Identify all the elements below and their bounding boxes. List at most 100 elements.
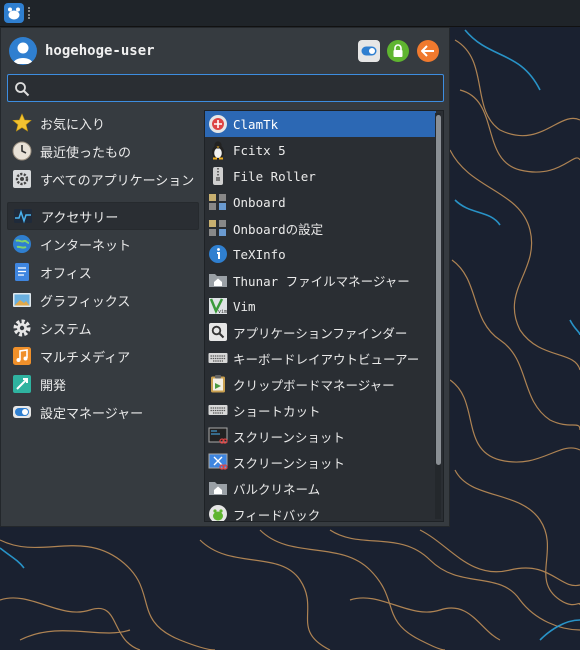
app-label: Thunar ファイルマネージャー bbox=[233, 273, 410, 289]
home-folder-icon bbox=[208, 270, 228, 290]
globe-icon bbox=[12, 234, 32, 254]
category-recent[interactable]: 最近使ったもの bbox=[7, 137, 199, 165]
panel-grip-handle[interactable] bbox=[28, 7, 32, 19]
app-item-keyboard-layout-viewer[interactable]: キーボードレイアウトビューアー bbox=[205, 345, 436, 371]
onboard-settings-icon bbox=[208, 218, 228, 238]
app-label: キーボードレイアウトビューアー bbox=[233, 351, 420, 367]
user-name: hogehoge-user bbox=[45, 43, 155, 59]
app-item-clamtk[interactable]: ClamTk bbox=[205, 111, 436, 137]
category-label: 最近使ったもの bbox=[40, 145, 132, 161]
feedback-icon bbox=[208, 504, 228, 521]
app-item-thunar[interactable]: Thunar ファイルマネージャー bbox=[205, 267, 436, 293]
svg-text:vim: vim bbox=[218, 309, 227, 315]
app-item-app-finder[interactable]: アプリケーションファインダー bbox=[205, 319, 436, 345]
app-list-scrollbar-thumb[interactable] bbox=[436, 115, 441, 465]
app-label: ショートカット bbox=[233, 403, 321, 419]
logout-icon bbox=[421, 45, 434, 57]
user-header: hogehoge-user bbox=[9, 37, 155, 65]
application-menu: hogehoge-user お気に入り 最近使ったもの すべてのアプリケーション… bbox=[0, 27, 450, 527]
app-item-fcitx5[interactable]: Fcitx 5 bbox=[205, 137, 436, 163]
category-label: オフィス bbox=[40, 266, 92, 282]
app-label: クリップボードマネージャー bbox=[233, 377, 395, 393]
settings-toggle-icon bbox=[361, 46, 377, 56]
app-label: Onboardの設定 bbox=[233, 221, 324, 237]
category-development[interactable]: 開発 bbox=[7, 370, 199, 398]
clamtk-icon bbox=[208, 114, 228, 134]
onboard-icon bbox=[208, 192, 228, 212]
app-label: ClamTk bbox=[233, 116, 279, 132]
category-graphics[interactable]: グラフィックス bbox=[7, 286, 199, 314]
category-label: 開発 bbox=[40, 378, 67, 394]
archive-icon bbox=[208, 166, 228, 186]
accessories-icon bbox=[13, 206, 33, 226]
keyboard-icon bbox=[208, 348, 228, 368]
app-item-onboard-settings[interactable]: Onboardの設定 bbox=[205, 215, 436, 241]
app-item-shortcuts[interactable]: ショートカット bbox=[205, 397, 436, 423]
clipboard-icon bbox=[208, 374, 228, 394]
gear-icon bbox=[12, 169, 32, 189]
app-item-feedback[interactable]: フィードバック bbox=[205, 501, 436, 522]
category-favorites[interactable]: お気に入り bbox=[7, 109, 199, 137]
category-accessories[interactable]: アクセサリー bbox=[7, 202, 199, 230]
app-label: File Roller bbox=[233, 168, 316, 184]
vim-icon: vim bbox=[208, 296, 228, 316]
category-office[interactable]: オフィス bbox=[7, 258, 199, 286]
app-label: バルクリネーム bbox=[233, 481, 321, 497]
app-label: スクリーンショット bbox=[233, 429, 345, 445]
category-label: グラフィックス bbox=[40, 294, 131, 310]
bulk-rename-icon bbox=[208, 478, 228, 498]
category-all-applications[interactable]: すべてのアプリケーション bbox=[7, 165, 199, 193]
category-settings-manager[interactable]: 設定マネージャー bbox=[7, 398, 199, 426]
app-label: Vim bbox=[233, 298, 256, 314]
screenshot-alt-icon bbox=[208, 452, 228, 472]
category-label: お気に入り bbox=[40, 117, 106, 133]
app-item-onboard[interactable]: Onboard bbox=[205, 189, 436, 215]
settings-button[interactable] bbox=[358, 40, 380, 62]
tux-icon bbox=[208, 140, 228, 160]
user-avatar-icon bbox=[9, 37, 37, 65]
application-list[interactable]: ClamTk Fcitx 5 File Roller Onboard Onboa… bbox=[204, 110, 444, 522]
app-item-bulk-rename[interactable]: バルクリネーム bbox=[205, 475, 436, 501]
system-gear-icon bbox=[12, 318, 32, 338]
app-item-screenshot[interactable]: スクリーンショット bbox=[205, 423, 436, 449]
development-icon bbox=[12, 374, 32, 394]
xfce-mouse-icon bbox=[8, 7, 20, 20]
graphics-icon bbox=[12, 290, 32, 310]
lock-screen-button[interactable] bbox=[387, 40, 409, 62]
app-label: Fcitx 5 bbox=[233, 142, 286, 158]
lock-icon bbox=[393, 44, 403, 57]
app-item-clipboard-manager[interactable]: クリップボードマネージャー bbox=[205, 371, 436, 397]
top-panel bbox=[0, 0, 580, 27]
settings-manager-icon bbox=[12, 402, 32, 422]
category-label: インターネット bbox=[40, 238, 132, 254]
clock-icon bbox=[12, 141, 32, 161]
app-label: フィードバック bbox=[233, 507, 321, 522]
search-input[interactable] bbox=[36, 79, 436, 97]
category-label: すべてのアプリケーション bbox=[40, 173, 195, 189]
whisker-menu-button[interactable] bbox=[4, 3, 24, 23]
category-label: アクセサリー bbox=[41, 210, 119, 226]
category-label: 設定マネージャー bbox=[40, 406, 144, 422]
search-field[interactable] bbox=[7, 74, 444, 102]
app-label: スクリーンショット bbox=[233, 455, 345, 471]
category-internet[interactable]: インターネット bbox=[7, 230, 199, 258]
app-item-texinfo[interactable]: TeXInfo bbox=[205, 241, 436, 267]
app-label: Onboard bbox=[233, 194, 286, 210]
category-label: マルチメディア bbox=[40, 350, 131, 366]
star-icon bbox=[12, 113, 32, 133]
app-label: アプリケーションファインダー bbox=[233, 325, 408, 341]
category-separator bbox=[7, 193, 199, 202]
category-system[interactable]: システム bbox=[7, 314, 199, 342]
multimedia-icon bbox=[12, 346, 32, 366]
app-item-file-roller[interactable]: File Roller bbox=[205, 163, 436, 189]
screenshot-icon bbox=[208, 426, 228, 446]
category-multimedia[interactable]: マルチメディア bbox=[7, 342, 199, 370]
logout-button[interactable] bbox=[417, 40, 439, 62]
app-label: TeXInfo bbox=[233, 246, 286, 262]
info-icon bbox=[208, 244, 228, 264]
app-item-vim[interactable]: vim Vim bbox=[205, 293, 436, 319]
app-item-screenshot-alt[interactable]: スクリーンショット bbox=[205, 449, 436, 475]
app-finder-icon bbox=[208, 322, 228, 342]
search-icon bbox=[15, 82, 30, 97]
keyboard-shortcut-icon bbox=[208, 400, 228, 420]
